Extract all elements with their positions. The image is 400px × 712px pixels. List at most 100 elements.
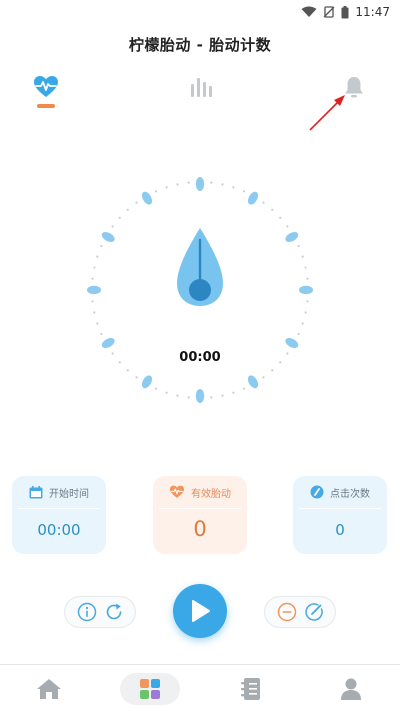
dial-tick bbox=[279, 361, 282, 364]
nav-records[interactable] bbox=[236, 673, 266, 705]
dial-hour-marker bbox=[141, 191, 153, 205]
calendar-icon bbox=[29, 485, 43, 498]
dial-hour-marker bbox=[247, 375, 259, 389]
click-count-value: 0 bbox=[335, 521, 345, 539]
right-control-group bbox=[264, 596, 336, 628]
dial-tick bbox=[221, 183, 224, 186]
dial-tick bbox=[187, 181, 190, 184]
bar-chart-icon[interactable] bbox=[188, 74, 214, 100]
dial-tick bbox=[262, 376, 265, 379]
nav-counter[interactable] bbox=[120, 673, 180, 705]
dial-tick bbox=[135, 201, 138, 204]
refresh-icon[interactable] bbox=[104, 602, 124, 622]
dial-tick bbox=[210, 396, 213, 399]
dial-tick bbox=[165, 186, 168, 189]
dial-tick bbox=[176, 183, 179, 186]
play-button[interactable] bbox=[173, 584, 227, 638]
nav-home[interactable] bbox=[34, 673, 64, 705]
edit-icon[interactable] bbox=[304, 602, 324, 622]
play-icon bbox=[192, 600, 210, 622]
dial-hour-marker bbox=[285, 337, 299, 349]
dial-tick bbox=[271, 369, 274, 372]
dial-tick bbox=[165, 391, 168, 394]
dial-hour-marker bbox=[285, 231, 299, 243]
timer-dial bbox=[87, 177, 313, 403]
nav-profile[interactable] bbox=[336, 673, 366, 705]
dial-tick bbox=[301, 322, 304, 325]
heartbeat-icon bbox=[170, 485, 184, 498]
dial-tick bbox=[297, 332, 300, 336]
dial-hour-marker bbox=[101, 337, 115, 349]
dial-tick bbox=[210, 181, 213, 184]
battery-icon bbox=[341, 5, 349, 18]
grid-icon bbox=[140, 679, 160, 699]
dial-tick bbox=[306, 277, 309, 280]
dial-hour-marker bbox=[247, 191, 259, 205]
dial-tick bbox=[232, 186, 235, 189]
dial-hour-marker bbox=[195, 177, 205, 191]
wifi-icon bbox=[301, 6, 317, 17]
dial-tick bbox=[306, 300, 309, 303]
dial-hour-marker bbox=[141, 375, 153, 389]
dial-tick bbox=[135, 376, 138, 379]
dial-tick bbox=[111, 352, 114, 355]
effective-movement-value: 0 bbox=[193, 517, 207, 541]
dial-tick bbox=[271, 208, 274, 211]
start-time-label: 开始时间 bbox=[49, 488, 89, 500]
left-control-group bbox=[64, 596, 136, 628]
status-time: 11:47 bbox=[355, 5, 390, 19]
dial-tick bbox=[96, 322, 99, 325]
dial-tick bbox=[262, 201, 265, 204]
dial-tick bbox=[126, 369, 129, 372]
dial-tick bbox=[91, 277, 94, 280]
no-sim-icon bbox=[323, 6, 335, 18]
status-bar: 11:47 bbox=[0, 0, 400, 24]
dial-tick bbox=[100, 332, 103, 336]
timer-display: 00:00 bbox=[179, 350, 221, 365]
dial-tick bbox=[304, 311, 307, 314]
annotation-arrow-icon bbox=[309, 95, 345, 131]
dial-tick bbox=[126, 208, 129, 211]
dial-tick bbox=[176, 394, 179, 397]
active-tab-indicator bbox=[37, 104, 55, 108]
click-count-label: 点击次数 bbox=[330, 488, 370, 500]
dial-tick bbox=[111, 225, 114, 228]
heartbeat-icon[interactable] bbox=[33, 74, 59, 100]
dial-hour-marker bbox=[299, 285, 313, 295]
dial-tick bbox=[91, 300, 94, 303]
page-title: 柠檬胎动 - 胎动计数 bbox=[128, 36, 272, 54]
records-icon bbox=[241, 678, 260, 700]
dial-hour-marker bbox=[87, 285, 101, 295]
dial-tick bbox=[286, 225, 289, 228]
dial-tick bbox=[301, 255, 304, 258]
dial-hour-marker bbox=[101, 231, 115, 243]
start-time-value: 00:00 bbox=[37, 521, 81, 539]
dial-tick bbox=[154, 190, 158, 193]
dial-tick bbox=[279, 216, 282, 219]
dial-tick bbox=[118, 361, 121, 364]
minus-icon[interactable] bbox=[277, 602, 297, 622]
dial-tick bbox=[242, 190, 246, 193]
dial-hour-marker bbox=[195, 389, 205, 403]
click-count-card: 点击次数 0 bbox=[293, 476, 387, 554]
dial-tick bbox=[96, 255, 99, 258]
info-icon[interactable] bbox=[77, 602, 97, 622]
dial-tick bbox=[154, 387, 158, 390]
dial-tick bbox=[304, 266, 307, 269]
dial-tick bbox=[93, 266, 96, 269]
dial-hand bbox=[177, 228, 223, 306]
effective-movement-card: 有效胎动 0 bbox=[153, 476, 247, 554]
home-icon bbox=[37, 679, 61, 699]
dial-tick bbox=[100, 244, 103, 248]
dial-tick bbox=[242, 387, 246, 390]
dial-tick bbox=[187, 396, 190, 399]
bottom-nav bbox=[0, 664, 400, 712]
dial-tick bbox=[221, 394, 224, 397]
dial-tick bbox=[232, 391, 235, 394]
dial-tick bbox=[93, 311, 96, 314]
profile-icon bbox=[341, 678, 361, 700]
touch-icon bbox=[310, 485, 324, 499]
dial-tick bbox=[118, 216, 121, 219]
dial-tick bbox=[297, 244, 300, 248]
effective-movement-label: 有效胎动 bbox=[191, 488, 231, 500]
